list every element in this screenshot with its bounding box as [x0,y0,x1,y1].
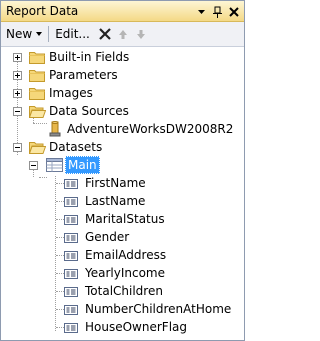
open-folder-icon [28,140,47,157]
tree-item-label: HouseOwnerFlag [85,320,187,334]
tree-connector [55,176,56,331]
tree-connector [56,291,64,292]
tree-item-label: Images [49,86,93,100]
new-label: New [6,27,33,41]
dataset-table-icon [46,158,63,175]
delete-icon[interactable] [96,24,114,44]
tree-connector [56,255,64,256]
move-up-icon[interactable] [114,24,132,44]
folder-icon [29,50,45,67]
tree-connector [56,309,64,310]
panel-titlebar: Report Data [1,1,244,22]
move-down-icon[interactable] [132,24,150,44]
tree-connector [39,177,47,178]
chevron-down-icon [36,32,43,36]
tree-connector [56,183,64,184]
toolbar-separator [48,26,50,42]
field-icon [64,250,78,264]
tree-connector [56,273,64,274]
tree-item-label: Main [65,156,100,174]
tree-connector [56,201,64,202]
tree-connector [56,219,64,220]
folder-icon [29,68,45,85]
field-icon [64,232,78,246]
tree-item-label: Built-in Fields [49,50,130,64]
collapse-icon[interactable] [13,107,22,116]
close-icon[interactable] [226,4,241,19]
tree-item-label: NumberChildrenAtHome [85,302,232,316]
collapse-icon[interactable] [13,143,22,152]
edit-label: Edit... [55,27,90,41]
field-icon [64,286,78,300]
field-icon [64,178,78,192]
tree-item-label: Gender [85,230,130,244]
tree-item-label: YearlyIncome [85,266,165,280]
collapse-icon[interactable] [29,161,38,170]
expand-icon[interactable] [13,53,22,62]
open-folder-icon [28,104,47,121]
tree-item-label: Datasets [49,140,103,154]
pin-icon[interactable] [210,4,225,19]
expand-icon[interactable] [13,71,22,80]
tree-connector [56,237,64,238]
data-source-icon [48,121,62,140]
new-dropdown-button[interactable]: New [6,23,43,45]
title-buttons [194,4,241,19]
field-icon [64,268,78,282]
tree-item-label: Parameters [49,68,118,82]
tree-item-label: LastName [85,194,146,208]
tree-item-label: EmailAddress [85,248,167,262]
tree-item-label: AdventureWorksDW2008R2 [67,122,234,136]
field-icon [64,322,78,336]
tree-connector [33,123,47,124]
expand-icon[interactable] [13,89,22,98]
report-data-panel: Report Data New Edit... Built-in Fields … [0,0,245,341]
tree-connector [56,327,64,328]
field-icon [64,304,78,318]
window-position-dropdown-icon[interactable] [194,4,209,19]
panel-toolbar: New Edit... [1,22,244,47]
field-icon [64,214,78,228]
panel-title: Report Data [6,4,79,18]
tree-item-label: TotalChildren [85,284,163,298]
field-icon [64,196,78,210]
report-data-tree: Built-in Fields Parameters Images Data S… [1,48,244,340]
folder-icon [29,86,45,103]
tree-item-label: FirstName [85,176,146,190]
tree-item-label: Data Sources [49,104,129,118]
edit-button[interactable]: Edit... [55,23,90,45]
tree-item-label: MaritalStatus [85,212,165,226]
